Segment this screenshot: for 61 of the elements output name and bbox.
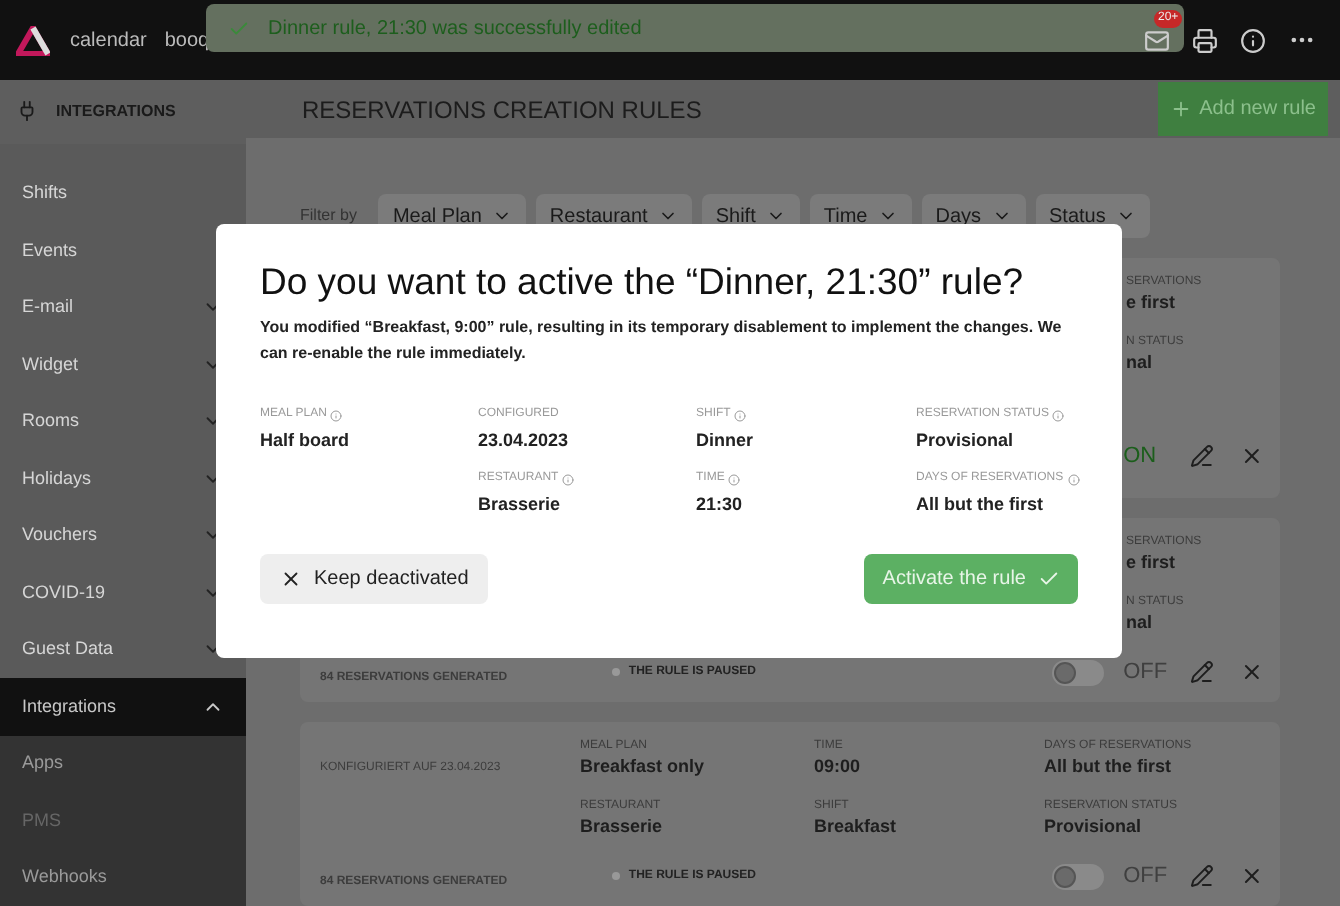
field-value: All but the first bbox=[916, 492, 1043, 518]
sidebar-item[interactable]: Vouchers bbox=[0, 507, 246, 564]
keep-deactivated-button[interactable]: Keep deactivated bbox=[260, 554, 489, 604]
printer-icon[interactable] bbox=[1192, 27, 1218, 53]
section-title: INTEGRATIONS bbox=[56, 99, 176, 124]
toggle-switch[interactable] bbox=[1052, 659, 1105, 685]
logo-icon bbox=[16, 25, 50, 55]
info-icon bbox=[330, 409, 343, 421]
info-icon bbox=[562, 473, 575, 485]
sidebar-item[interactable]: Rooms bbox=[0, 393, 246, 450]
switch-label: ON bbox=[1123, 441, 1159, 472]
info-icon bbox=[1067, 473, 1080, 485]
field-value: Dinner bbox=[696, 428, 754, 454]
check-icon bbox=[1038, 568, 1060, 590]
field-value: nal bbox=[1126, 612, 1153, 634]
edit-icon[interactable] bbox=[1190, 864, 1215, 888]
dialog-text: You modified “Breakfast, 9:00” rule, resulting in its temporary disablement to implement the changes. We can re-enable the rule immediately. bbox=[260, 316, 1064, 366]
sidebar-item[interactable]: Holidays bbox=[0, 450, 246, 507]
sidebar-subitem[interactable]: Webhooks bbox=[0, 849, 246, 906]
sidebar-item[interactable]: Widget bbox=[0, 336, 246, 393]
check-icon bbox=[228, 17, 250, 39]
field-value: e first bbox=[1126, 552, 1176, 574]
toast-message: Dinner rule, 21:30 was successfully edited bbox=[268, 15, 642, 43]
field-value: Brasserie bbox=[580, 816, 663, 838]
field-value: Half board bbox=[260, 428, 350, 454]
sidebar-item[interactable]: COVID-19 bbox=[0, 564, 246, 621]
sidebar-subitem[interactable]: Apps bbox=[0, 735, 246, 792]
field-value: Provisional bbox=[916, 428, 1014, 454]
field-value: Brasserie bbox=[478, 492, 561, 518]
page-title: RESERVATIONS CREATION RULES bbox=[302, 93, 702, 127]
field-value: nal bbox=[1126, 352, 1153, 374]
field-value: All but the first bbox=[1044, 756, 1171, 778]
edit-icon[interactable] bbox=[1190, 444, 1215, 468]
field-value: 23.04.2023 bbox=[478, 428, 569, 454]
plug-icon bbox=[16, 100, 38, 123]
sidebar-item[interactable]: Guest Data bbox=[0, 621, 246, 678]
delete-icon[interactable] bbox=[1240, 660, 1265, 684]
info-icon[interactable] bbox=[1240, 27, 1266, 53]
filter-label: Filter by bbox=[300, 204, 357, 228]
sidebar-item[interactable]: E-mail bbox=[0, 279, 246, 336]
info-icon bbox=[1052, 409, 1065, 421]
plus-icon bbox=[1169, 98, 1192, 120]
close-icon bbox=[280, 568, 302, 590]
field-value: Breakfast only bbox=[580, 756, 705, 778]
field-value: 09:00 bbox=[814, 756, 861, 778]
field-value: e first bbox=[1126, 292, 1176, 314]
info-icon bbox=[734, 409, 747, 421]
field-value: 21:30 bbox=[696, 492, 743, 518]
toggle-switch[interactable] bbox=[1052, 863, 1105, 889]
delete-icon[interactable] bbox=[1240, 444, 1265, 468]
activate-rule-button[interactable]: Activate the rule bbox=[864, 554, 1078, 604]
sidebar-item[interactable]: Integrations bbox=[0, 678, 246, 735]
delete-icon[interactable] bbox=[1240, 864, 1265, 888]
dialog-title: Do you want to active the “Dinner, 21:30” rule? bbox=[260, 258, 1026, 306]
field-value: Provisional bbox=[1044, 816, 1142, 838]
field-value: Breakfast bbox=[814, 816, 897, 838]
mail-icon[interactable] bbox=[1144, 27, 1170, 53]
sidebar-item[interactable]: Shifts bbox=[0, 165, 246, 222]
edit-icon[interactable] bbox=[1190, 660, 1215, 684]
info-icon bbox=[728, 473, 741, 485]
app-name: calendar bbox=[70, 27, 147, 55]
